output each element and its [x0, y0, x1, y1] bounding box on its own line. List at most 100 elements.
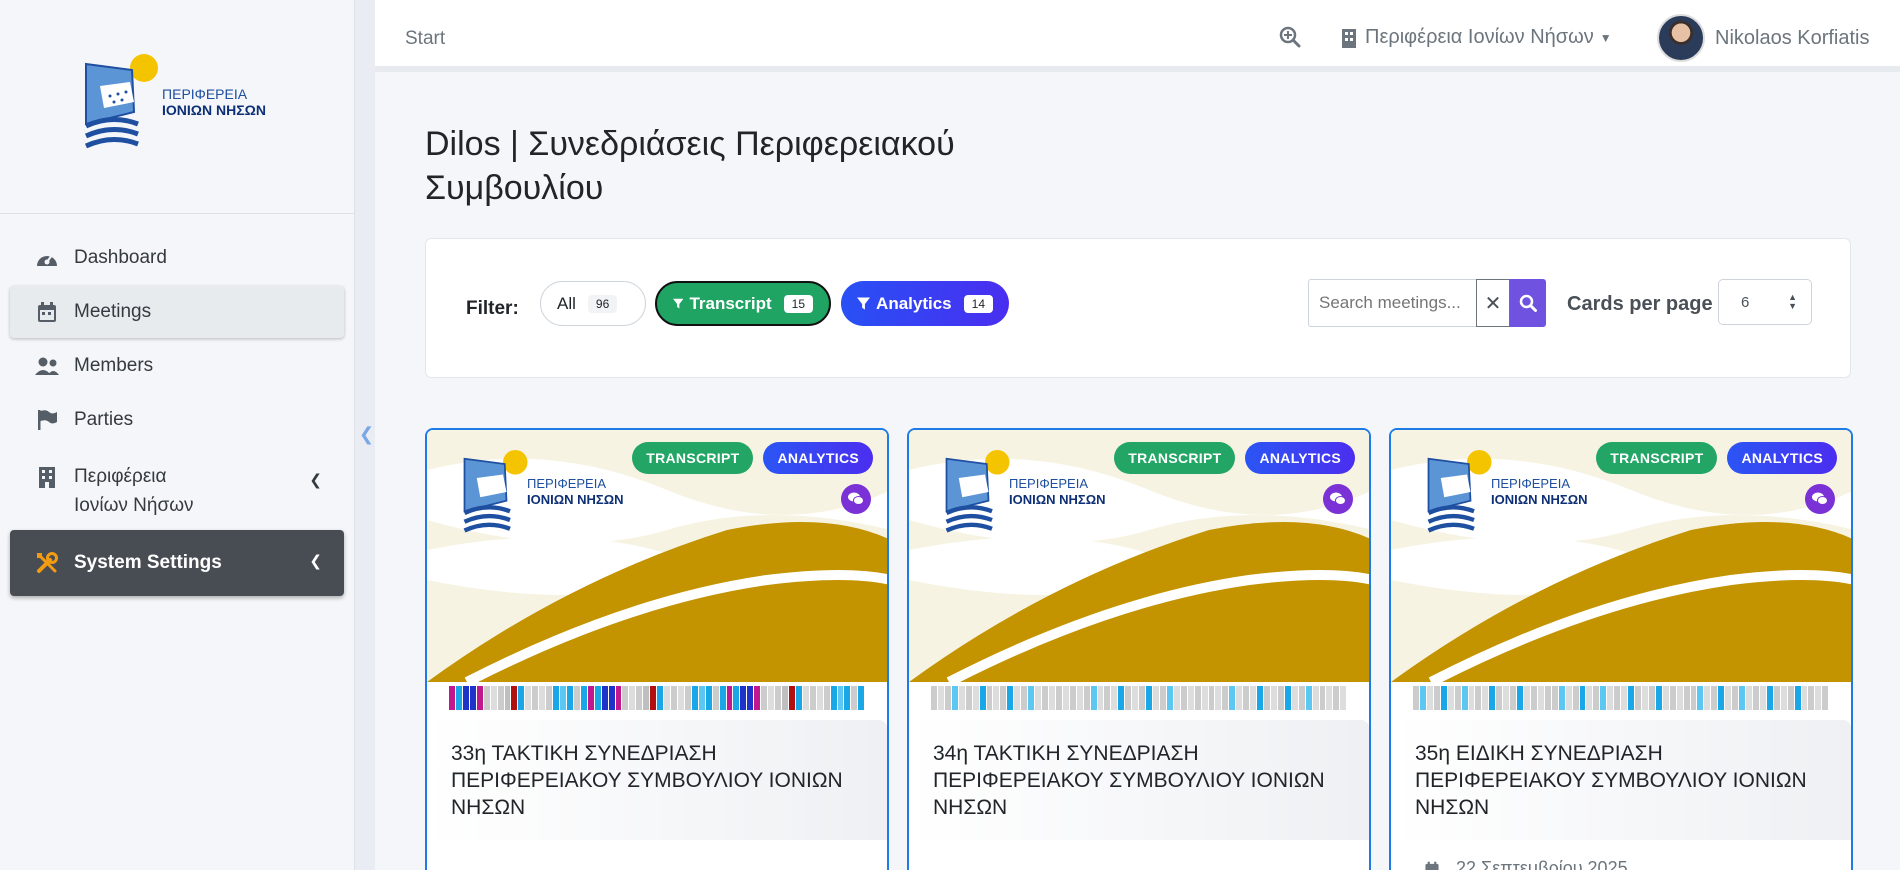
timeline-segment: [944, 686, 951, 710]
card-image: ΠΕΡΙΦΕΡΕΙΑ ΙΟΝΙΩΝ ΝΗΣΩΝ TRANSCRIPT ANALY…: [427, 430, 887, 682]
timeline-segment: [795, 686, 802, 710]
cards-per-page-select[interactable]: 6 ▲ ▼: [1718, 279, 1812, 325]
sidebar-item-members[interactable]: Members: [10, 340, 344, 392]
timeline-segment: [1319, 686, 1326, 710]
timeline-segment: [1600, 686, 1607, 710]
meeting-card[interactable]: ΠΕΡΙΦΕΡΕΙΑ ΙΟΝΙΩΝ ΝΗΣΩΝ TRANSCRIPT ANALY…: [907, 428, 1371, 870]
chat-button[interactable]: [1805, 484, 1835, 514]
timeline-segment: [1243, 686, 1250, 710]
filter-analytics-button[interactable]: Analytics 14: [841, 281, 1009, 326]
card-logo: ΠΕΡΙΦΕΡΕΙΑ ΙΟΝΙΩΝ ΝΗΣΩΝ: [461, 448, 624, 536]
clear-search-button[interactable]: ✕: [1476, 279, 1510, 327]
timeline-segment: [1042, 686, 1048, 710]
timeline-segment: [594, 686, 601, 710]
speaker-timeline-bar: [1409, 682, 1833, 714]
sidebar-item-parties[interactable]: Parties: [10, 394, 344, 446]
calendar-icon: [1425, 861, 1439, 870]
timeline-segment: [1482, 686, 1489, 710]
timeline-segment: [1607, 686, 1614, 710]
timeline-segment: [761, 686, 768, 710]
region-dropdown[interactable]: Περιφέρεια Ιονίων Νήσων ▼: [1341, 26, 1612, 49]
sidebar-item-meetings[interactable]: Meetings: [10, 286, 344, 338]
timeline-segment: [1028, 686, 1035, 710]
chat-button[interactable]: [1323, 484, 1353, 514]
meeting-card[interactable]: ΠΕΡΙΦΕΡΕΙΑ ΙΟΝΙΩΝ ΝΗΣΩΝ TRANSCRIPT ANALY…: [1389, 428, 1853, 870]
timeline-segment: [1090, 686, 1097, 710]
sidebar-item-region[interactable]: Περιφέρεια Ιονίων Νήσων ❮: [10, 448, 344, 522]
timeline-segment: [986, 686, 993, 710]
zoom-in-icon[interactable]: [1279, 26, 1301, 53]
chevron-left-icon: ❮: [309, 553, 322, 570]
timeline-segment: [931, 686, 937, 710]
timeline-segment: [449, 686, 455, 710]
sidebar-item-label: Members: [74, 355, 154, 376]
logo-line2: ΙΟΝΙΩΝ ΝΗΣΩΝ: [162, 102, 266, 118]
logo-line1: ΠΕΡΙΦΕΡΕΙΑ: [162, 85, 248, 102]
user-menu[interactable]: Nikolaos Korfiatis: [1657, 14, 1870, 62]
timeline-segment: [1000, 686, 1007, 710]
timeline-segment: [1007, 686, 1014, 710]
timeline-segment: [1097, 686, 1104, 710]
region-logo-icon: [463, 450, 528, 533]
timeline-segment: [1014, 686, 1021, 710]
timeline-segment: [1277, 686, 1284, 710]
timeline-segment: [1180, 686, 1187, 710]
timeline-segment: [830, 686, 837, 710]
transcript-badge[interactable]: TRANSCRIPT: [632, 442, 754, 474]
timeline-segment: [1111, 686, 1118, 710]
timeline-segment: [1187, 686, 1194, 710]
meeting-card[interactable]: ΠΕΡΙΦΕΡΕΙΑ ΙΟΝΙΩΝ ΝΗΣΩΝ TRANSCRIPT ANALY…: [425, 428, 889, 870]
timeline-segment: [705, 686, 712, 710]
transcript-badge[interactable]: TRANSCRIPT: [1114, 442, 1236, 474]
timeline-segment: [1433, 686, 1440, 710]
timeline-segment: [958, 686, 965, 710]
sidebar-item-label: Περιφέρεια Ιονίων Νήσων: [74, 466, 194, 516]
timeline-segment: [698, 686, 705, 710]
timeline-segment: [587, 686, 594, 710]
filter-all-button[interactable]: All 96: [540, 281, 646, 326]
timeline-segment: [1621, 686, 1628, 710]
calendar-icon: [34, 301, 60, 323]
chevron-left-icon[interactable]: ❮: [359, 424, 374, 445]
sidebar-collapse-strip[interactable]: ❮: [355, 0, 375, 870]
region-logo[interactable]: ΠΕΡΙΦΕΡΕΙΑ ΙΟΝΙΩΝ ΝΗΣΩΝ: [82, 52, 266, 152]
timeline-segment: [1132, 686, 1139, 710]
timeline-segment: [691, 686, 698, 710]
sidebar-item-dashboard[interactable]: Dashboard: [10, 232, 344, 284]
chat-button[interactable]: [841, 484, 871, 514]
filter-icon: [857, 296, 871, 310]
timeline-segment: [1537, 686, 1544, 710]
timeline-segment: [844, 686, 851, 710]
users-icon: [34, 355, 60, 377]
start-link[interactable]: Start: [405, 28, 445, 50]
timeline-segment: [712, 686, 719, 710]
timeline-segment: [1773, 686, 1780, 710]
timeline-segment: [497, 686, 504, 710]
avatar: [1657, 14, 1705, 62]
filter-transcript-button[interactable]: Transcript 15: [655, 281, 831, 326]
timeline-segment: [573, 686, 580, 710]
timeline-segment: [1690, 686, 1697, 710]
timeline-segment: [629, 686, 636, 710]
card-image: ΠΕΡΙΦΕΡΕΙΑ ΙΟΝΙΩΝ ΝΗΣΩΝ TRANSCRIPT ANALY…: [1391, 430, 1851, 682]
analytics-badge[interactable]: ANALYTICS: [1727, 442, 1837, 474]
timeline-segment: [1579, 686, 1586, 710]
timeline-segment: [539, 686, 546, 710]
search-icon: [1519, 294, 1537, 312]
timeline-segment: [1021, 686, 1028, 710]
timeline-segment: [1454, 686, 1461, 710]
speaker-timeline-bar: [927, 682, 1351, 714]
transcript-badge[interactable]: TRANSCRIPT: [1596, 442, 1718, 474]
analytics-badge[interactable]: ANALYTICS: [1245, 442, 1355, 474]
timeline-segment: [1291, 686, 1298, 710]
timeline-segment: [1139, 686, 1146, 710]
sidebar-item-system-settings[interactable]: System Settings ❮: [10, 530, 344, 596]
cards-per-page-value: 6: [1741, 293, 1750, 311]
search-button[interactable]: [1510, 279, 1546, 327]
search-input[interactable]: [1308, 279, 1476, 327]
timeline-segment: [1229, 686, 1236, 710]
timeline-segment: [726, 686, 733, 710]
timeline-segment: [1628, 686, 1634, 710]
analytics-badge[interactable]: ANALYTICS: [763, 442, 873, 474]
timeline-segment: [1468, 686, 1475, 710]
